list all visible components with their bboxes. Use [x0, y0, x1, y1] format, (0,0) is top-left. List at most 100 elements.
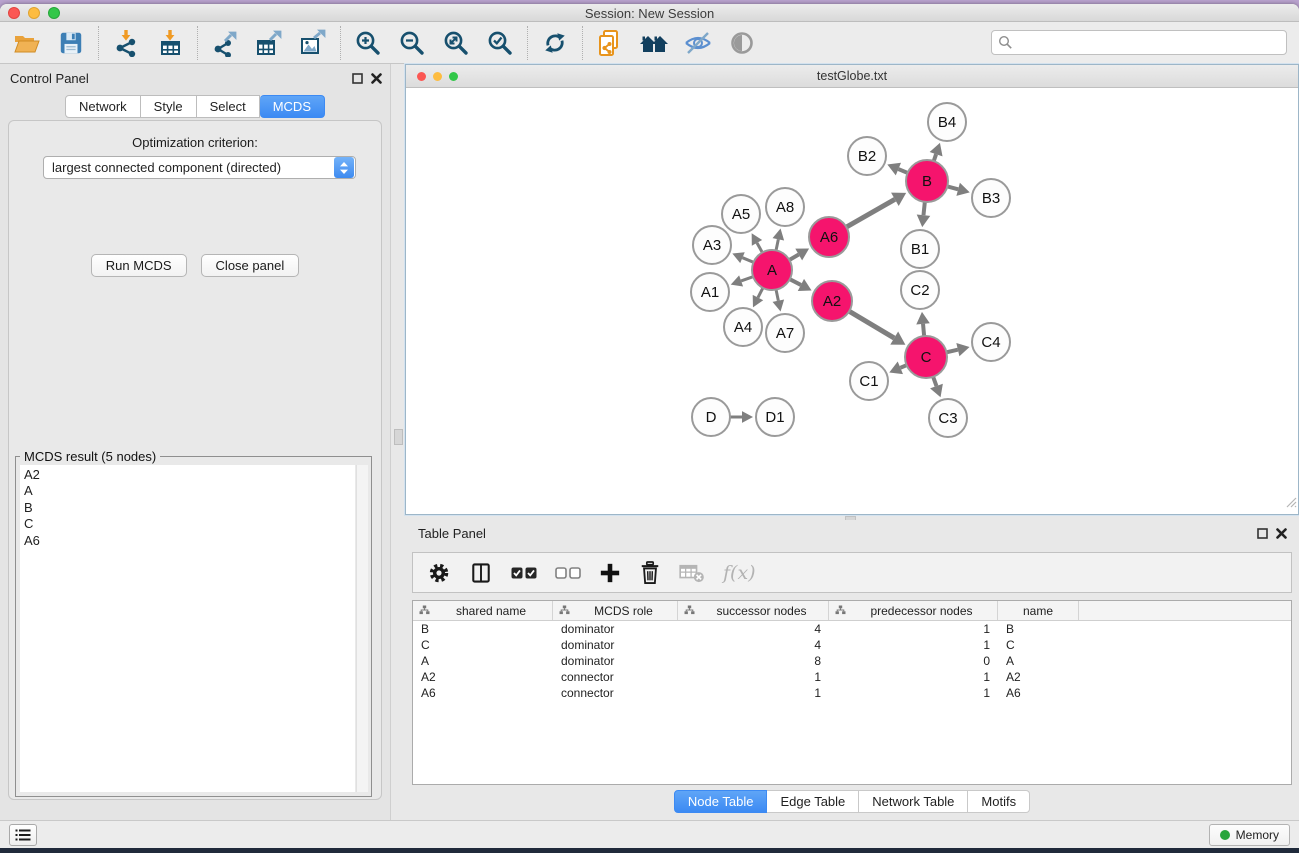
select-all-icon[interactable]	[511, 566, 537, 580]
memory-button[interactable]: Memory	[1209, 824, 1290, 846]
table-cell[interactable]: 8	[678, 653, 829, 669]
duplicate-network-icon[interactable]	[595, 28, 625, 58]
table-cell[interactable]: 0	[829, 653, 998, 669]
table-cell[interactable]: 4	[678, 637, 829, 653]
app-window: Session: New Session	[0, 4, 1299, 848]
close-panel-icon[interactable]	[371, 71, 382, 89]
window-resize-grip[interactable]	[1283, 494, 1297, 513]
tab-node-table[interactable]: Node Table	[674, 790, 768, 813]
open-session-icon[interactable]	[12, 28, 42, 58]
mcds-result-item[interactable]: A6	[24, 533, 351, 549]
table-row[interactable]: Cdominator41C	[413, 637, 1291, 653]
node-label-A6: A6	[820, 229, 838, 246]
table-cell[interactable]: 1	[829, 669, 998, 685]
delete-column-icon[interactable]	[639, 561, 661, 585]
close-panel-button[interactable]: Close panel	[201, 254, 300, 277]
float-table-panel-icon[interactable]	[1257, 526, 1268, 544]
home-icon[interactable]	[639, 28, 669, 58]
column-header-predecessor-nodes[interactable]: predecessor nodes	[829, 601, 998, 620]
criterion-dropdown[interactable]: largest connected component (directed)	[43, 156, 356, 179]
node-label-C3: C3	[938, 410, 957, 427]
table-cell[interactable]: A2	[998, 669, 1079, 685]
table-cell[interactable]: 1	[829, 621, 998, 637]
export-network-icon[interactable]	[210, 28, 240, 58]
network-canvas[interactable]: B4B2BB3A5A8A6A3B1AA1C2A2A4A7C4CC1C3DD1	[406, 88, 1298, 514]
table-cell[interactable]: A6	[413, 685, 553, 701]
table-cell[interactable]: A	[998, 653, 1079, 669]
table-cell[interactable]: A2	[413, 669, 553, 685]
zoom-fit-icon[interactable]	[441, 28, 471, 58]
task-history-button[interactable]	[9, 824, 37, 846]
column-header-successor-nodes[interactable]: successor nodes	[678, 601, 829, 620]
table-panel-title: Table Panel	[418, 526, 486, 541]
edge-arrowhead	[916, 312, 930, 325]
close-table-panel-icon[interactable]	[1276, 526, 1287, 544]
tab-edge-table[interactable]: Edge Table	[767, 790, 859, 813]
hide-eye-icon[interactable]	[683, 28, 713, 58]
tab-network-table[interactable]: Network Table	[859, 790, 968, 813]
mcds-result-list[interactable]: A2ABCA6	[20, 465, 355, 792]
table-cell[interactable]: C	[998, 637, 1079, 653]
edge-arrowhead	[773, 299, 785, 311]
table-cell[interactable]: 4	[678, 621, 829, 637]
table-row[interactable]: A2connector11A2	[413, 669, 1291, 685]
column-header-name[interactable]: name	[998, 601, 1079, 620]
tab-network[interactable]: Network	[65, 95, 141, 118]
float-panel-icon[interactable]	[352, 71, 363, 89]
tab-select[interactable]: Select	[197, 95, 260, 118]
table-cell[interactable]: C	[413, 637, 553, 653]
node-label-A4: A4	[734, 319, 752, 336]
network-graph[interactable]: B4B2BB3A5A8A6A3B1AA1C2A2A4A7C4CC1C3DD1	[406, 88, 1298, 515]
add-column-icon[interactable]	[599, 562, 621, 584]
table-row[interactable]: A6connector11A6	[413, 685, 1291, 701]
search-input[interactable]	[991, 30, 1287, 55]
tab-style[interactable]: Style	[141, 95, 197, 118]
table-row[interactable]: Adominator80A	[413, 653, 1291, 669]
show-columns-icon[interactable]	[469, 561, 493, 585]
import-network-icon[interactable]	[111, 28, 141, 58]
tab-mcds[interactable]: MCDS	[260, 95, 325, 118]
table-cell[interactable]: dominator	[553, 621, 678, 637]
zoom-in-icon[interactable]	[353, 28, 383, 58]
refresh-icon[interactable]	[540, 28, 570, 58]
table-cell[interactable]: 1	[829, 637, 998, 653]
table-cell[interactable]: B	[413, 621, 553, 637]
mcds-result-scrollbar[interactable]	[356, 465, 368, 792]
table-cell[interactable]: 1	[678, 685, 829, 701]
export-image-icon[interactable]	[298, 28, 328, 58]
table-cell[interactable]: connector	[553, 669, 678, 685]
column-header-shared-name[interactable]: shared name	[413, 601, 553, 620]
run-mcds-button[interactable]: Run MCDS	[91, 254, 187, 277]
eye-icon[interactable]	[727, 28, 757, 58]
table-cell[interactable]: dominator	[553, 637, 678, 653]
memory-label: Memory	[1236, 828, 1279, 842]
mcds-result-item[interactable]: C	[24, 516, 351, 532]
zoom-selected-icon[interactable]	[485, 28, 515, 58]
dropdown-stepper-icon	[334, 157, 354, 178]
table-cell[interactable]: A	[413, 653, 553, 669]
mcds-result-item[interactable]: A	[24, 483, 351, 499]
delete-table-icon[interactable]	[679, 563, 705, 583]
save-session-icon[interactable]	[56, 28, 86, 58]
import-table-icon[interactable]	[155, 28, 185, 58]
function-builder-icon[interactable]: f(x)	[723, 562, 756, 584]
deselect-all-icon[interactable]	[555, 566, 581, 580]
table-cell[interactable]: A6	[998, 685, 1079, 701]
table-row[interactable]: Bdominator41B	[413, 621, 1291, 637]
vertical-splitter-handle[interactable]	[394, 429, 403, 445]
table-cell[interactable]: B	[998, 621, 1079, 637]
column-type-icon	[835, 604, 846, 618]
table-cell[interactable]: connector	[553, 685, 678, 701]
table-body: Bdominator41BCdominator41CAdominator80AA…	[413, 621, 1291, 701]
table-cell[interactable]: 1	[678, 669, 829, 685]
mcds-result-item[interactable]: A2	[24, 467, 351, 483]
column-header-MCDS-role[interactable]: MCDS role	[553, 601, 678, 620]
table-cell[interactable]: dominator	[553, 653, 678, 669]
mcds-result-item[interactable]: B	[24, 500, 351, 516]
zoom-out-icon[interactable]	[397, 28, 427, 58]
table-cell[interactable]: 1	[829, 685, 998, 701]
tab-motifs[interactable]: Motifs	[968, 790, 1030, 813]
export-table-icon[interactable]	[254, 28, 284, 58]
node-table: shared nameMCDS rolesuccessor nodesprede…	[412, 600, 1292, 785]
table-settings-gear-icon[interactable]	[427, 561, 451, 585]
